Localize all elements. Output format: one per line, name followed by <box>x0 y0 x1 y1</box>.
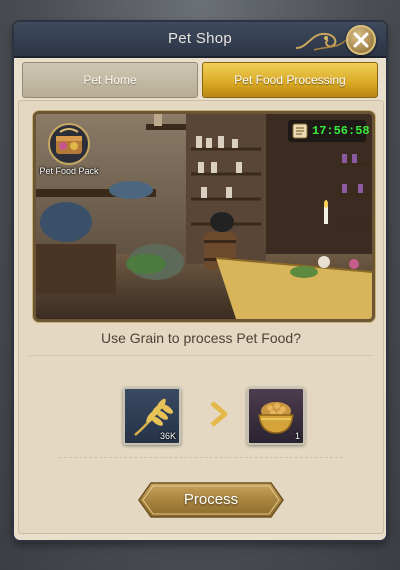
tab-pet-food-processing[interactable]: Pet Food Processing <box>202 62 378 98</box>
process-button-label: Process <box>183 491 239 508</box>
close-button[interactable] <box>346 25 376 55</box>
dotted-divider <box>59 457 343 459</box>
panel-header: Pet Shop <box>14 22 386 58</box>
shop-scene-illustration: Pet Food Pack 17:56:58 <box>33 111 375 322</box>
pet-food-pack-icon <box>48 123 90 165</box>
tab-pet-home[interactable]: Pet Home <box>22 62 198 98</box>
input-item-grain[interactable]: 36K <box>123 387 181 445</box>
tab-pet-home-label: Pet Home <box>83 72 137 87</box>
pet-shop-panel: Pet Shop Pet Home Pet Food Processing Pe… <box>14 22 386 540</box>
scroll-icon <box>292 123 308 139</box>
chevron-right-icon <box>210 401 228 427</box>
process-button[interactable]: Process <box>137 481 285 519</box>
output-item-pet-food[interactable]: 1 <box>247 387 305 445</box>
tab-bar: Pet Home Pet Food Processing <box>22 62 378 98</box>
section-divider <box>29 355 373 356</box>
gold-flourish-icon <box>295 32 349 51</box>
input-item-count: 36K <box>159 431 176 441</box>
tab-pet-food-processing-label: Pet Food Processing <box>234 72 346 87</box>
pet-food-pack[interactable]: Pet Food Pack <box>36 122 102 180</box>
pet-food-pack-label: Pet Food Pack <box>39 166 99 176</box>
output-item-count: 1 <box>294 431 300 441</box>
process-question: Use Grain to process Pet Food? <box>101 330 301 346</box>
close-icon <box>353 32 369 48</box>
processing-content: Pet Food Pack 17:56:58 Use Grain to proc… <box>18 100 384 534</box>
processing-timer: 17:56:58 <box>288 120 370 142</box>
timer-value: 17:56:58 <box>312 124 370 138</box>
